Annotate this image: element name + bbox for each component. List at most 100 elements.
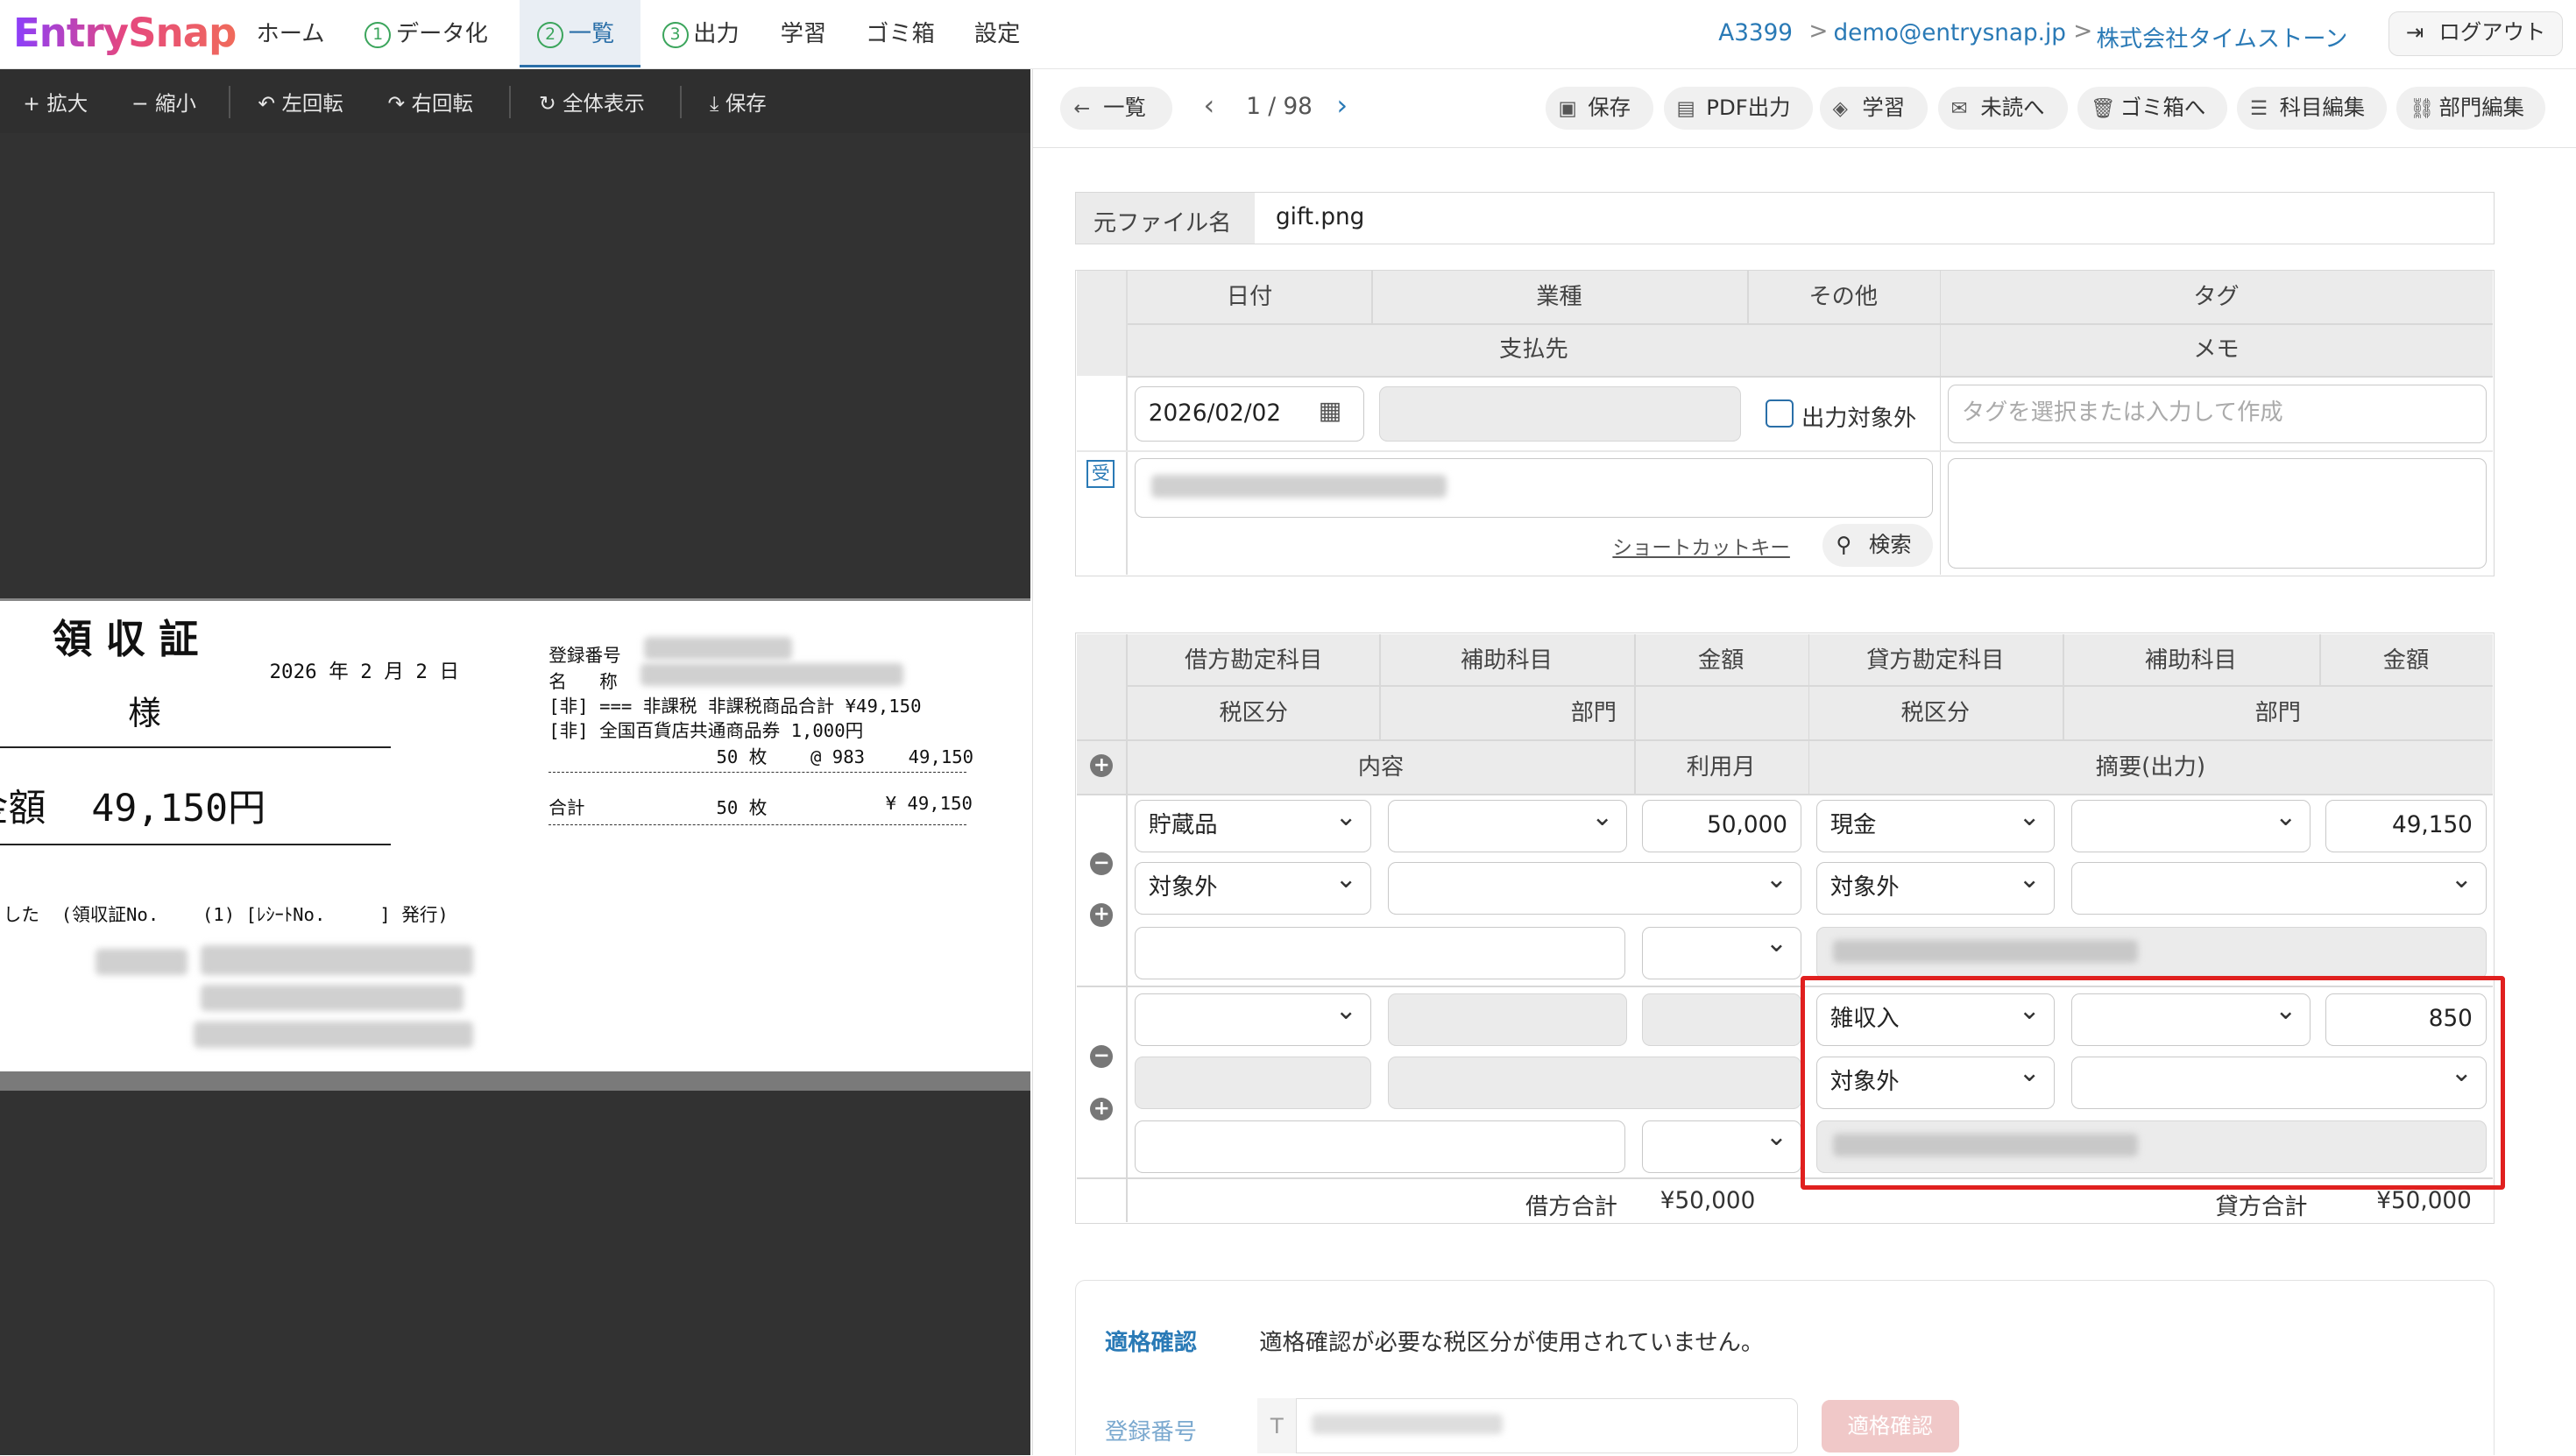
industry-select[interactable]: [1379, 385, 1741, 442]
nav-home[interactable]: ホーム: [257, 0, 325, 67]
step-3-icon: 3: [662, 22, 689, 49]
nav-trash[interactable]: ゴミ箱: [866, 0, 935, 67]
credit-dept-select[interactable]: [2070, 855, 2487, 915]
search-label: 検索: [1868, 532, 1912, 558]
debit-sub-select[interactable]: [1387, 793, 1628, 853]
debit-total-value: ¥50,000: [1660, 1187, 1756, 1214]
rotate-right-button[interactable]: ↷ 右回転: [388, 87, 473, 117]
zoom-out-button[interactable]: − 縮小: [131, 87, 196, 117]
breadcrumb-sep: >: [1808, 18, 1829, 45]
step-1-icon: 1: [364, 22, 392, 49]
learn-button[interactable]: ◈ 学習: [1819, 87, 1928, 131]
save-button[interactable]: ▣ 保存: [1545, 87, 1654, 131]
col-credit-account: 貸方勘定科目: [1866, 647, 2005, 674]
add-row-icon[interactable]: +: [1090, 753, 1114, 777]
calendar-icon[interactable]: ▦: [1319, 396, 1342, 425]
nav-list[interactable]: 2 一覧: [519, 0, 641, 67]
col-content: 内容: [1357, 753, 1405, 781]
learn-label: 学習: [1862, 95, 1906, 121]
nav-learn[interactable]: 学習: [781, 0, 827, 67]
rotate-left-button[interactable]: ↶ 左回転: [258, 87, 343, 117]
breadcrumb-account[interactable]: A3399: [1718, 20, 1793, 46]
tag-input[interactable]: タグを選択または入力して作成: [1947, 384, 2487, 444]
add-row-icon[interactable]: +: [1090, 1097, 1114, 1120]
col-debit-tax: 税区分: [1219, 699, 1289, 726]
remove-row-icon[interactable]: −: [1090, 852, 1114, 876]
breadcrumb-company[interactable]: 株式会社タイムストーン: [2097, 20, 2348, 53]
viewer-toolbar: + 拡大 − 縮小 ↶ 左回転 ↷ 右回転 ↻ 全体表示 ⤓ 保存: [0, 68, 1030, 133]
shortcut-key-link[interactable]: ショートカットキー: [1612, 533, 1790, 561]
receipt-reg: 登録番号: [548, 644, 621, 666]
month-select[interactable]: [1642, 919, 1801, 979]
next-page-icon[interactable]: ›: [1336, 88, 1348, 122]
breadcrumb-user[interactable]: demo@entrysnap.jp: [1834, 20, 2066, 46]
receipt-line1: [非] === 非課税 非課税商品合計 ¥49,150: [548, 695, 922, 717]
logout-icon: ⇥: [2406, 19, 2424, 46]
content-input[interactable]: [1134, 926, 1626, 979]
fit-view-label: 全体表示: [563, 91, 645, 117]
viewer-save-button[interactable]: ⤓ 保存: [710, 87, 767, 117]
mark-unread-button[interactable]: ✉ 未読へ: [1937, 87, 2068, 131]
unread-label: 未読へ: [1980, 95, 2045, 121]
nav-output[interactable]: 3 出力: [662, 0, 740, 67]
edit-subjects-button[interactable]: ☰ 科目編集: [2236, 87, 2387, 131]
exclude-output-checkbox[interactable]: [1765, 399, 1794, 428]
filename-label: 元ファイル名: [1093, 209, 1232, 237]
debit-account-select[interactable]: [1134, 986, 1371, 1047]
zoom-out-label: 縮小: [155, 91, 196, 117]
save-label: 保存: [1588, 95, 1631, 121]
memo-textarea[interactable]: [1947, 458, 2487, 569]
add-row-icon[interactable]: +: [1090, 903, 1114, 927]
download-icon: ⤓: [710, 91, 725, 117]
image-viewer[interactable]: 領 収 証 2026 年 2 月 2 日 様 金額 49,150円 登録番号 名…: [0, 132, 1030, 1456]
nav-data[interactable]: 1 データ化: [364, 0, 488, 67]
credit-account-select[interactable]: 現金: [1815, 793, 2055, 853]
debit-dept-select[interactable]: [1387, 1056, 1801, 1109]
search-icon: ⚲: [1836, 532, 1852, 558]
debit-amount-input[interactable]: 50,000: [1642, 800, 1801, 853]
refresh-icon: ↻: [539, 91, 563, 117]
receipt-name: 名 称: [548, 670, 618, 692]
edit-departments-button[interactable]: ⛓ 部門編集: [2396, 87, 2546, 131]
col-industry: 業種: [1536, 284, 1582, 311]
toolbar-divider: [680, 85, 683, 118]
back-to-list-button[interactable]: ← 一覧: [1060, 87, 1172, 131]
prev-page-icon[interactable]: ‹: [1204, 88, 1215, 122]
remove-row-icon[interactable]: −: [1090, 1044, 1114, 1068]
search-button[interactable]: ⚲ 検索: [1822, 524, 1933, 567]
credit-sub-select[interactable]: [2070, 793, 2311, 853]
debit-dept-select[interactable]: [1387, 855, 1801, 915]
content-input[interactable]: [1134, 1120, 1626, 1173]
debit-tax-select[interactable]: [1134, 1056, 1371, 1109]
zoom-in-label: 拡大: [46, 91, 88, 117]
credit-amount-input[interactable]: 49,150: [2325, 800, 2487, 853]
col-credit-sub: 補助科目: [2144, 647, 2237, 674]
eligibility-check-button[interactable]: 適格確認: [1821, 1399, 1959, 1452]
receipt-line3: 50 枚 @ 983 49,150: [716, 746, 974, 767]
fit-view-button[interactable]: ↻ 全体表示: [539, 87, 645, 117]
debit-account-select[interactable]: 貯蔵品: [1134, 793, 1371, 853]
highlight-box: [1801, 975, 2506, 1190]
col-credit-dept: 部門: [2254, 699, 2302, 726]
debit-amount-input[interactable]: [1642, 993, 1801, 1047]
departments-label: 部門編集: [2438, 95, 2524, 121]
move-to-trash-button[interactable]: 🗑 ゴミ箱へ: [2077, 87, 2227, 131]
toolbar-divider: [228, 85, 230, 118]
logout-button[interactable]: ⇥ ログアウト: [2388, 11, 2563, 56]
record-panel: ← 一覧 ‹ 1 / 98 › ▣ 保存 ▤ PDF出力 ◈ 学習 ✉ 未読へ 🗑 ゴミ箱へ…: [1031, 68, 2576, 1456]
col-debit-amount: 金額: [1697, 647, 1744, 674]
pdf-export-button[interactable]: ▤ PDF出力: [1663, 87, 1814, 131]
app-logo[interactable]: EntrySnap: [13, 10, 237, 56]
rotate-right-label: 右回転: [411, 91, 473, 117]
receipt-sum-label: 合計: [548, 796, 585, 818]
debit-sub-select[interactable]: [1387, 993, 1628, 1047]
zoom-in-button[interactable]: + 拡大: [23, 87, 88, 117]
subjects-label: 科目編集: [2279, 95, 2366, 121]
trash-label: ゴミ箱へ: [2120, 95, 2206, 121]
nav-settings[interactable]: 設定: [974, 0, 1021, 67]
month-select[interactable]: [1642, 1113, 1801, 1173]
debit-tax-select[interactable]: 対象外: [1134, 855, 1371, 915]
col-tag: タグ: [2193, 284, 2240, 311]
col-other: その他: [1808, 284, 1879, 311]
credit-tax-select[interactable]: 対象外: [1815, 855, 2055, 915]
